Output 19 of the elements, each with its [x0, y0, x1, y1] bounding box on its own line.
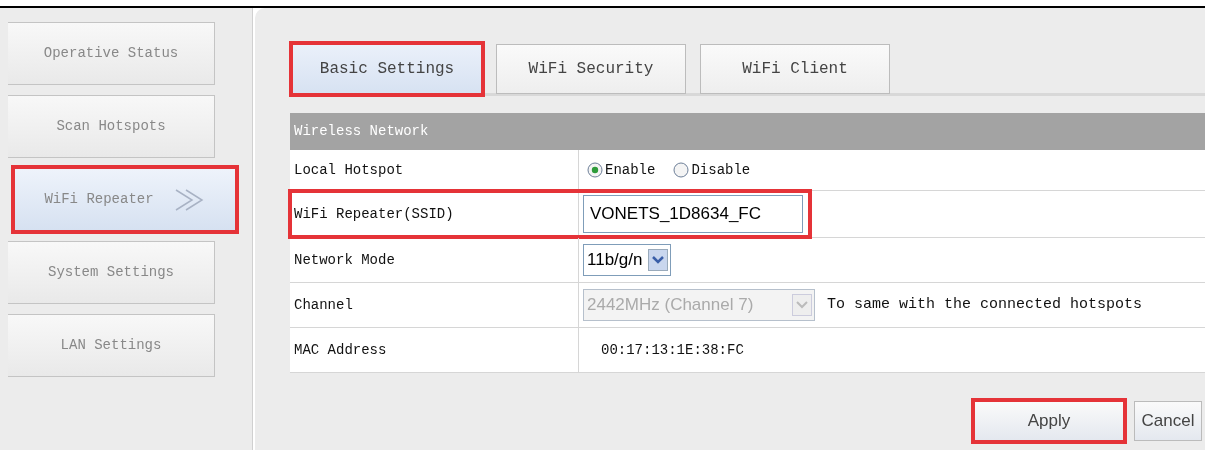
field-label: MAC Address — [294, 340, 387, 360]
radio-option[interactable]: Enable — [587, 159, 656, 181]
field-label: Channel — [294, 295, 353, 315]
action-button[interactable]: Apply — [974, 401, 1124, 441]
radio-icon — [673, 162, 690, 178]
dropdown[interactable]: 11b/g/n — [583, 244, 672, 276]
radio-icon — [587, 162, 603, 178]
action-button[interactable]: Cancel — [1134, 401, 1202, 441]
section-header: Wireless Network — [290, 113, 1205, 150]
field-label: Network Mode — [294, 250, 395, 270]
field-label: Local Hotspot — [294, 160, 404, 180]
input-field[interactable]: VONETS_1D8634_FC — [583, 195, 803, 233]
tab[interactable]: WiFi Security — [496, 44, 686, 94]
tab[interactable]: Basic Settings — [292, 44, 482, 94]
field-value: 00:17:13:1E:38:FC — [601, 340, 744, 360]
tab[interactable]: WiFi Client — [700, 44, 890, 94]
field-label: WiFi Repeater(SSID) — [294, 204, 454, 224]
hint-text: To same with the connected hotspots — [827, 294, 1143, 315]
radio-option[interactable]: Disable — [673, 159, 751, 181]
